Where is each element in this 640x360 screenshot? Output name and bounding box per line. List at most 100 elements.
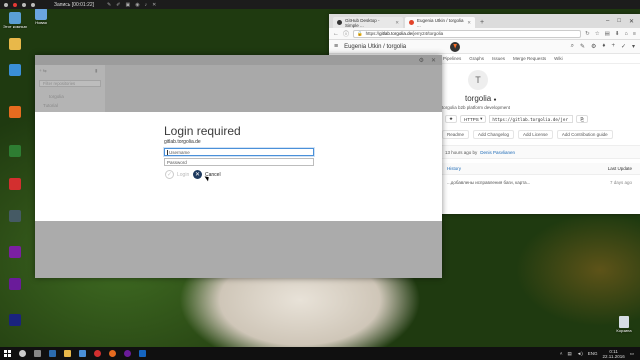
subnav-item[interactable]: Pipelines	[443, 56, 461, 61]
desktop-item[interactable]	[3, 145, 27, 157]
desktop-item[interactable]: Этот компьютер	[3, 12, 27, 29]
wrench-icon[interactable]: ✎	[580, 43, 585, 50]
login-button[interactable]: ✓ Login	[165, 170, 189, 179]
desktop-item[interactable]	[3, 178, 27, 190]
download-icon[interactable]: ⬇	[615, 31, 620, 37]
mic-icon[interactable]: ♪	[145, 2, 148, 8]
camera-icon[interactable]: ▣	[125, 2, 130, 8]
desktop-item[interactable]	[3, 246, 27, 258]
close-tab-icon[interactable]: ✕	[467, 20, 471, 26]
chevron-down-icon[interactable]: ▾	[632, 43, 635, 50]
pause-icon[interactable]	[22, 2, 26, 7]
last-update-header: Last Update	[607, 166, 632, 171]
lock-icon: ●	[493, 97, 497, 103]
app-icon[interactable]	[139, 350, 146, 357]
sidebar-item-tutorial[interactable]: Tutorial	[43, 103, 58, 108]
password-field[interactable]: Password	[164, 158, 314, 166]
table-row[interactable]: ...добавлены исправления баги, карта... …	[442, 177, 640, 188]
clone-url-field[interactable]: https://gitlab.torgolia.de/jer	[489, 115, 574, 123]
tab-github-desktop[interactable]: GitHub Desktop - Simple ... ✕	[333, 17, 403, 28]
maximize-icon[interactable]: □	[617, 18, 621, 24]
tab-gitlab-torgolia[interactable]: Eugenia Utkin / torgolia ... ✕	[405, 17, 475, 28]
brush-icon[interactable]: ✐	[116, 2, 120, 8]
github-icon[interactable]	[124, 350, 131, 357]
address-bar[interactable]: 🔒 https://gitlab.torgolia.de/jerry24/tor…	[353, 29, 582, 38]
github-desktop-window: ⚙ ✕ + ⇆ ▮ Filter repositories torgolia T…	[35, 55, 442, 278]
search-icon[interactable]: ⌕	[571, 43, 574, 50]
close-icon[interactable]: ✕	[629, 18, 634, 25]
quick-link-button[interactable]: Readme	[442, 130, 470, 139]
language-indicator[interactable]: ENG	[588, 351, 598, 356]
files-table-header: History Last Update	[442, 163, 640, 175]
username-field[interactable]: Username	[164, 148, 314, 156]
network-icon[interactable]: ▤	[568, 351, 572, 357]
start-button[interactable]	[4, 350, 11, 357]
library-icon[interactable]: ▤	[605, 31, 610, 37]
desktop-item[interactable]	[3, 106, 27, 118]
record-icon[interactable]	[13, 2, 17, 7]
sidebar-toggle-icon[interactable]: ▮	[95, 68, 97, 74]
desktop-item[interactable]	[3, 64, 27, 76]
check-icon: ✓	[165, 170, 174, 179]
task-view-icon[interactable]	[34, 350, 41, 357]
desktop-item-new-folder[interactable]: Новая	[30, 8, 52, 25]
new-tab-button[interactable]: +	[477, 17, 487, 28]
notifications-icon[interactable]: ▭	[630, 351, 634, 357]
settings-icon[interactable]: ⚙	[591, 43, 596, 50]
add-repository-icon[interactable]: + ⇆	[39, 68, 47, 74]
bell-icon[interactable]: ♦	[602, 43, 605, 50]
quick-link-button[interactable]: Add Changelog	[473, 130, 515, 139]
close-icon[interactable]: ✕	[431, 57, 436, 64]
subnav-item[interactable]: Issues	[492, 56, 505, 61]
stop-icon[interactable]	[31, 2, 35, 7]
dialog-host: gitlab.torgolia.de	[164, 139, 201, 145]
user-avatar-icon[interactable]: ✓	[621, 43, 626, 50]
menu-icon[interactable]: ≡	[633, 31, 636, 37]
gitlab-logo-icon[interactable]	[450, 41, 461, 52]
file-explorer-icon[interactable]	[64, 350, 71, 357]
webcam-icon[interactable]: ◉	[135, 2, 139, 8]
subnav-item[interactable]: Wiki	[554, 56, 563, 61]
commit-author-link[interactable]: Denis Pasvlianen	[480, 150, 515, 155]
desktop-item[interactable]	[3, 314, 27, 326]
volume-icon[interactable]: ◄)	[577, 351, 583, 356]
edge-icon[interactable]	[49, 350, 56, 357]
breadcrumb[interactable]: Eugenia Utkin / torgolia	[344, 44, 406, 50]
close-icon[interactable]: ✕	[152, 2, 156, 8]
clock[interactable]: 0:11 22.11.2016	[603, 349, 625, 359]
star-button[interactable]: ★	[445, 115, 458, 123]
copy-clone-url-button[interactable]: ⎘	[576, 115, 588, 123]
settings-icon[interactable]: ⚙	[419, 57, 424, 64]
record-icon	[9, 178, 21, 190]
bookmark-star-icon[interactable]: ☆	[595, 31, 600, 37]
store-icon[interactable]	[79, 350, 86, 357]
pen-icon[interactable]: ✎	[107, 2, 111, 8]
info-icon[interactable]: ⓘ	[343, 29, 349, 38]
desktop-item[interactable]	[3, 278, 27, 290]
subnav-item[interactable]: Graphs	[469, 56, 484, 61]
home-icon[interactable]: ⌂	[624, 31, 627, 37]
back-icon[interactable]: ←	[333, 31, 339, 37]
recording-tools: ✎ ✐ ▣ ◉ ♪ ✕	[107, 2, 156, 8]
github-favicon-icon	[337, 20, 342, 25]
sidebar-item-torgolia[interactable]: torgolia	[49, 94, 64, 99]
quick-link-button[interactable]: Add Contribution guide	[556, 130, 613, 139]
recycle-bin[interactable]: Корзина	[612, 316, 636, 333]
search-icon[interactable]	[19, 350, 26, 357]
chevron-up-icon[interactable]: ˄	[560, 351, 563, 356]
close-tab-icon[interactable]: ✕	[395, 20, 399, 26]
desktop-item[interactable]	[3, 38, 27, 50]
close-icon: ✕	[193, 170, 202, 179]
record-icon[interactable]	[94, 350, 101, 357]
reload-icon[interactable]: ↻	[585, 31, 590, 37]
plus-icon[interactable]: +	[611, 43, 615, 50]
minimize-icon[interactable]: –	[606, 18, 609, 24]
firefox-icon[interactable]	[109, 350, 116, 357]
hamburger-menu-icon[interactable]: ≡	[334, 43, 338, 50]
subnav-item[interactable]: Merge Requests	[513, 56, 546, 61]
desktop-item[interactable]	[3, 210, 27, 222]
quick-link-button[interactable]: Add License	[518, 130, 553, 139]
filter-repositories-input[interactable]: Filter repositories	[39, 80, 101, 87]
clone-protocol-select[interactable]: HTTPS ▾	[460, 115, 487, 123]
history-link[interactable]: History	[447, 166, 461, 171]
